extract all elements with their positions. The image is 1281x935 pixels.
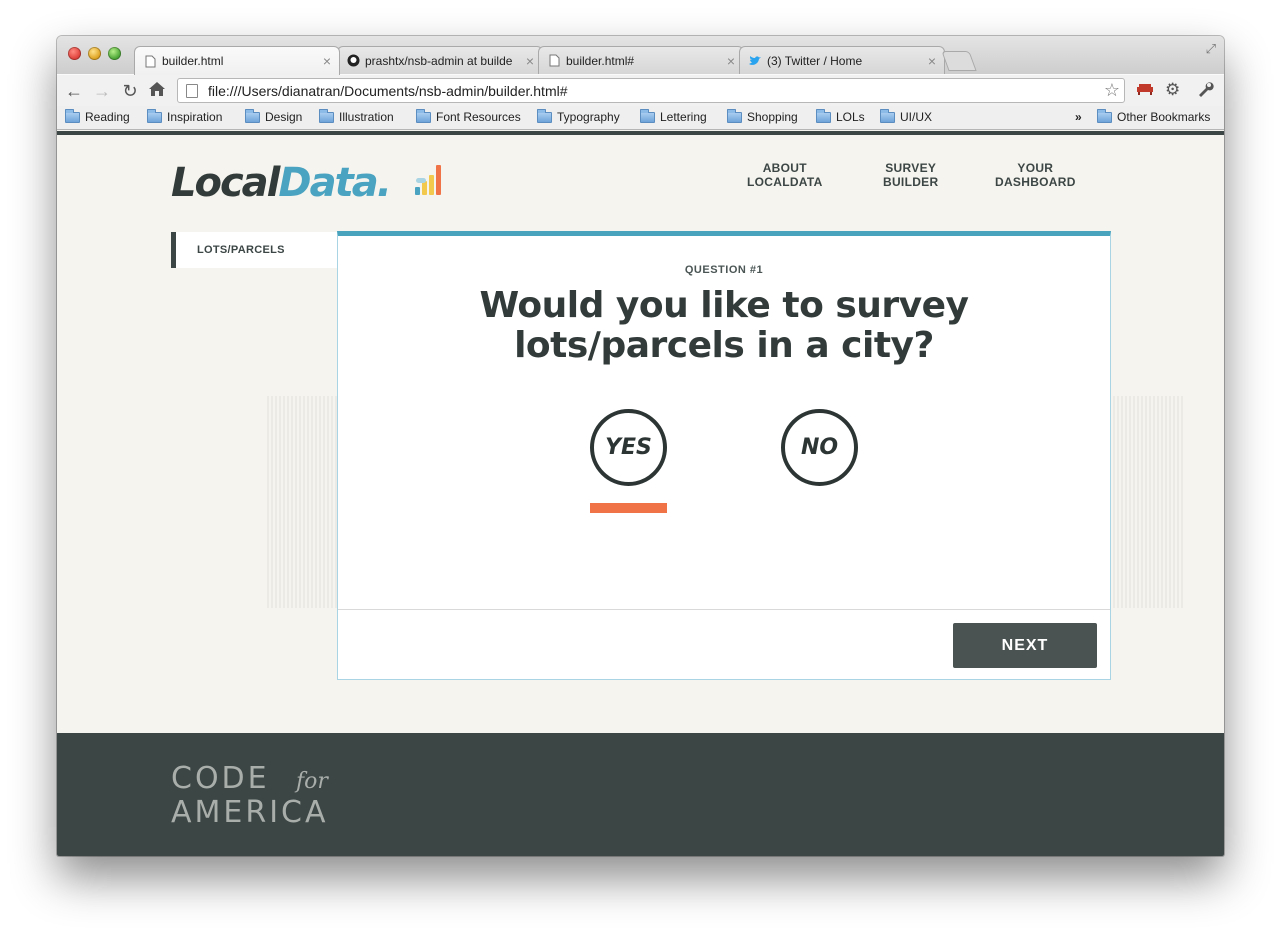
- bookmark-folder[interactable]: Reading: [65, 108, 130, 124]
- url-text: file:///Users/dianatran/Documents/nsb-ad…: [208, 82, 568, 99]
- folder-icon: [416, 108, 431, 123]
- tab-github[interactable]: prashtx/nsb-admin at builde ×: [337, 46, 543, 74]
- question-card: QUESTION #1 Would you like to survey lot…: [337, 231, 1111, 680]
- close-tab-icon[interactable]: ×: [727, 53, 735, 69]
- page-top-border: [57, 131, 1224, 135]
- wrench-icon[interactable]: [1196, 80, 1214, 103]
- close-tab-icon[interactable]: ×: [928, 53, 936, 69]
- code-for-america-logo-for: for: [296, 769, 328, 794]
- nav-about-localdata[interactable]: ABOUT LOCALDATA: [747, 161, 823, 189]
- new-tab-button[interactable]: [941, 51, 977, 71]
- code-for-america-logo[interactable]: CODE: [171, 761, 270, 796]
- github-icon: [346, 54, 360, 68]
- page-content: LocalData. ABOUT LOCALDATA SURVEY BUILDER …: [57, 131, 1224, 856]
- address-bar[interactable]: file:///Users/dianatran/Documents/nsb-ad…: [177, 78, 1125, 103]
- reload-button[interactable]: ↻: [119, 80, 141, 102]
- bookmark-folder[interactable]: Design: [245, 108, 302, 124]
- decorative-stripes: [1113, 396, 1183, 608]
- tab-builder-html-hash[interactable]: builder.html# ×: [538, 46, 744, 74]
- folder-icon: [880, 108, 895, 123]
- tab-builder-html[interactable]: builder.html ×: [134, 46, 340, 75]
- bookmark-folder[interactable]: Inspiration: [147, 108, 222, 124]
- tab-title: builder.html: [162, 54, 224, 68]
- tab-title: (3) Twitter / Home: [767, 53, 863, 68]
- folder-icon: [245, 108, 260, 123]
- home-icon[interactable]: [146, 80, 168, 102]
- bookmark-folder[interactable]: Lettering: [640, 108, 707, 124]
- page-icon: [143, 54, 157, 68]
- logo-bars-icon: [415, 165, 449, 195]
- nav-survey-builder[interactable]: SURVEY BUILDER: [883, 161, 938, 189]
- tab-twitter[interactable]: (3) Twitter / Home ×: [739, 46, 945, 74]
- bookmark-folder[interactable]: Shopping: [727, 108, 798, 124]
- zoom-window-button[interactable]: [108, 47, 121, 60]
- back-button[interactable]: ←: [63, 80, 85, 102]
- selected-answer-indicator: [590, 503, 667, 513]
- page-icon: [186, 83, 198, 98]
- bookmarks-bar: Reading Inspiration Design Illustration …: [57, 106, 1224, 130]
- question-number: QUESTION #1: [684, 264, 764, 276]
- bookmark-folder[interactable]: UI/UX: [880, 108, 932, 124]
- tab-strip: builder.html × prashtx/nsb-admin at buil…: [57, 36, 1224, 75]
- close-tab-icon[interactable]: ×: [323, 53, 331, 69]
- fullscreen-icon[interactable]: ⤢: [1206, 41, 1216, 57]
- page-icon: [547, 54, 561, 68]
- folder-icon: [727, 108, 742, 123]
- bookmark-folder[interactable]: LOLs: [816, 108, 865, 124]
- folder-icon: [640, 108, 655, 123]
- bookmark-folder[interactable]: Font Resources: [416, 108, 521, 124]
- folder-icon: [1097, 108, 1112, 123]
- no-answer-button[interactable]: NO: [781, 409, 858, 486]
- sidebar-item-lots-parcels[interactable]: LOTS/PARCELS: [171, 232, 337, 268]
- folder-icon: [65, 108, 80, 123]
- browser-toolbar: ← → ↻ file:///Users/dianatran/Documents/…: [57, 74, 1224, 106]
- close-window-button[interactable]: [68, 47, 81, 60]
- settings-gear-icon[interactable]: ⚙: [1165, 80, 1180, 100]
- folder-icon: [147, 108, 162, 123]
- bookmark-folder[interactable]: Typography: [537, 108, 620, 124]
- folder-icon: [816, 108, 831, 123]
- other-bookmarks-folder[interactable]: Other Bookmarks: [1097, 108, 1210, 124]
- close-tab-icon[interactable]: ×: [526, 53, 534, 69]
- folder-icon: [537, 108, 552, 123]
- decorative-stripes: [267, 396, 337, 608]
- forward-button[interactable]: →: [91, 80, 113, 102]
- yes-answer-button[interactable]: YES: [590, 409, 667, 486]
- extension-sofa-icon[interactable]: [1135, 80, 1155, 100]
- card-divider: [338, 609, 1110, 610]
- footer: CODE for AMERICA: [57, 733, 1224, 856]
- twitter-icon: [748, 54, 762, 68]
- bookmark-folder[interactable]: Illustration: [319, 108, 394, 124]
- next-button[interactable]: NEXT: [953, 623, 1097, 668]
- tab-title: prashtx/nsb-admin at builde: [365, 53, 513, 68]
- folder-icon: [319, 108, 334, 123]
- question-text: Would you like to survey lots/parcels in…: [479, 285, 969, 366]
- localdata-logo[interactable]: LocalData.: [171, 160, 392, 206]
- code-for-america-logo-america: AMERICA: [171, 795, 329, 830]
- bookmarks-overflow-button[interactable]: »: [1075, 110, 1082, 124]
- tab-title: builder.html#: [566, 53, 635, 68]
- nav-your-dashboard[interactable]: YOUR DASHBOARD: [995, 161, 1076, 189]
- minimize-window-button[interactable]: [88, 47, 101, 60]
- browser-window: builder.html × prashtx/nsb-admin at buil…: [57, 36, 1224, 856]
- bookmark-star-icon[interactable]: ☆: [1104, 80, 1120, 101]
